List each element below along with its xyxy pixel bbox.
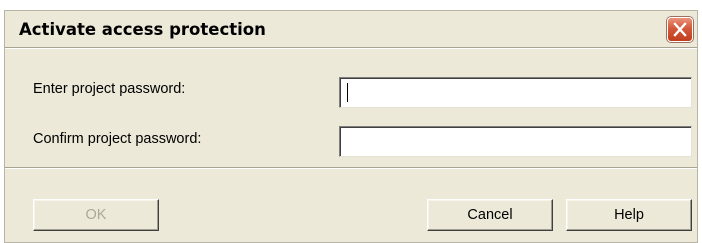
close-icon <box>673 22 687 37</box>
top-separator <box>5 47 697 49</box>
access-protection-dialog: Activate access protection Enter project… <box>4 10 698 243</box>
title-bar[interactable]: Activate access protection <box>5 11 697 47</box>
dialog-title: Activate access protection <box>19 20 266 39</box>
confirm-password-input[interactable] <box>339 126 692 157</box>
text-caret <box>347 83 348 102</box>
password-input[interactable] <box>339 77 692 108</box>
cancel-button[interactable]: Cancel <box>427 199 553 231</box>
bottom-separator <box>5 167 697 169</box>
confirm-password-label: Confirm project password: <box>33 131 202 147</box>
password-label: Enter project password: <box>33 81 186 97</box>
ok-button[interactable]: OK <box>33 199 159 231</box>
help-button[interactable]: Help <box>566 199 692 231</box>
close-button[interactable] <box>667 17 693 42</box>
